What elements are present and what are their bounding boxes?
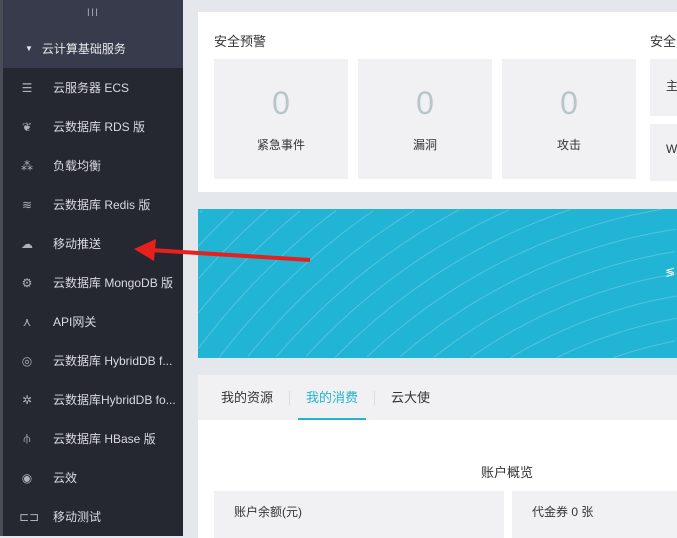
label: 紧急事件 bbox=[256, 138, 305, 152]
divider bbox=[374, 390, 376, 405]
sidebar-item[interactable]: ≋ 云数据库 Redis 版 bbox=[3, 185, 183, 224]
security-side-box-2[interactable]: W bbox=[650, 124, 677, 181]
banner-wave-line bbox=[556, 317, 677, 358]
promo-banner[interactable]: ≶ bbox=[198, 209, 677, 358]
security-side-box-1[interactable]: 主 bbox=[650, 59, 677, 116]
sidebar-item[interactable]: ⫛ 云数据库 HBase 版 bbox=[3, 419, 183, 458]
redis-icon: ≋ bbox=[21, 197, 33, 212]
tab-bar: 我的资源 我的消费 云大使 bbox=[198, 375, 677, 420]
sidebar: III ▼ 云计算基础服务 ☰ 云服务器 ECS ❦ 云数据库 RDS 版 ⁂ 负载均衡 ≋ 云… bbox=[0, 0, 183, 536]
sidebar-item-label: 移动推送 bbox=[53, 237, 102, 251]
yunxiao-icon: ◉ bbox=[21, 470, 33, 485]
banner-wave-line bbox=[334, 209, 571, 358]
sidebar-item[interactable]: ⚙ 云数据库 MongoDB 版 bbox=[3, 263, 183, 302]
coupon-count[interactable]: 代金券 0 张 bbox=[512, 491, 677, 538]
sidebar-item-label: 云数据库 MongoDB 版 bbox=[53, 276, 174, 290]
sidebar-item-label: 云数据库 HybridDB f... bbox=[53, 354, 173, 368]
server-icon: ☰ bbox=[21, 80, 33, 95]
label: 攻击 bbox=[556, 138, 581, 152]
hybriddb-network-icon: ✲ bbox=[21, 392, 33, 407]
count: 0 bbox=[272, 85, 290, 121]
banner-text: ≶ bbox=[664, 265, 675, 279]
sidebar-item-label: API网关 bbox=[53, 315, 97, 329]
urgent-events-box[interactable]: 0 紧急事件 bbox=[214, 59, 348, 179]
sidebar-item-label: 云数据库 Redis 版 bbox=[53, 198, 151, 212]
banner-wave-line bbox=[305, 209, 510, 357]
sidebar-item[interactable]: ☰ 云服务器 ECS bbox=[3, 68, 183, 107]
banner-wave-line bbox=[247, 209, 415, 357]
sidebar-item-label: 云服务器 ECS bbox=[53, 81, 130, 95]
banner-wave-line bbox=[198, 209, 337, 350]
attacks-box[interactable]: 0 攻击 bbox=[502, 59, 636, 179]
tab-my-resources[interactable]: 我的资源 bbox=[213, 375, 281, 420]
label: 漏洞 bbox=[412, 138, 437, 152]
banner-wave-line bbox=[198, 209, 269, 279]
sidebar-collapse-handle[interactable]: III bbox=[3, 0, 183, 28]
sidebar-item-label: 移动测试 bbox=[53, 510, 102, 524]
sidebar-item[interactable]: ❦ 云数据库 RDS 版 bbox=[3, 107, 183, 146]
banner-wave-line bbox=[199, 210, 203, 213]
security-alert-card: 安全预警 安全 0 紧急事件 0 漏洞 0 攻击 主 W bbox=[198, 12, 677, 192]
sidebar-group-cloud-basic[interactable]: ▼ 云计算基础服务 bbox=[3, 28, 183, 68]
sidebar-item-label: 云数据库HybridDB fo... bbox=[53, 393, 176, 407]
cloud-push-icon: ☁ bbox=[21, 236, 33, 251]
divider bbox=[289, 390, 291, 405]
mobile-test-icon: ⊏⊐ bbox=[19, 509, 40, 524]
sidebar-item[interactable]: ⋏ API网关 bbox=[3, 302, 183, 341]
group-label: 云计算基础服务 bbox=[41, 41, 126, 56]
sidebar-item[interactable]: ⁂ 负载均衡 bbox=[3, 146, 183, 185]
count: 0 bbox=[416, 85, 434, 121]
sidebar-item-label: 云数据库 HBase 版 bbox=[53, 432, 156, 446]
database-icon: ❦ bbox=[21, 119, 33, 134]
banner-wave-line bbox=[276, 209, 460, 358]
banner-wave-line bbox=[509, 295, 677, 358]
sidebar-item[interactable]: ◎ 云数据库 HybridDB f... bbox=[3, 341, 183, 380]
sidebar-item-label: 云数据库 RDS 版 bbox=[53, 120, 146, 134]
sidebar-item-label: 云效 bbox=[53, 471, 78, 485]
sidebar-item[interactable]: ◉ 云效 bbox=[3, 458, 183, 497]
account-balance: 账户余额(元) bbox=[214, 491, 504, 538]
tab-my-consumption[interactable]: 我的消费 bbox=[298, 375, 367, 420]
sidebar-item[interactable]: ⊏⊐ 移动测试 bbox=[3, 497, 183, 536]
banner-wave-line bbox=[612, 340, 676, 358]
sidebar-item[interactable]: ✲ 云数据库HybridDB fo... bbox=[3, 380, 183, 419]
sidebar-item-label: 负载均衡 bbox=[53, 159, 102, 173]
mongodb-icon: ⚙ bbox=[21, 275, 33, 290]
banner-wave-line bbox=[469, 273, 677, 358]
tab-cloud-ambassador[interactable]: 云大使 bbox=[383, 375, 438, 420]
sidebar-item[interactable]: ☁ 移动推送 bbox=[3, 224, 183, 263]
security-title-2: 安全 bbox=[650, 34, 677, 49]
resource-tabs-card: 我的资源 我的消费 云大使 账户概览 账户余额(元) 代金券 0 张 bbox=[198, 375, 677, 538]
security-title: 安全预警 bbox=[214, 34, 267, 49]
banner-wave-pattern bbox=[198, 209, 677, 358]
banner-wave-line bbox=[198, 210, 234, 247]
load-balancer-icon: ⁂ bbox=[21, 158, 33, 173]
count: 0 bbox=[560, 85, 578, 121]
vulnerabilities-box[interactable]: 0 漏洞 bbox=[358, 59, 492, 179]
api-gateway-icon: ⋏ bbox=[22, 314, 32, 329]
account-overview-title: 账户概览 bbox=[481, 465, 534, 480]
hbase-icon: ⫛ bbox=[23, 431, 31, 445]
hybriddb-icon: ◎ bbox=[21, 353, 33, 368]
caret-down-icon: ▼ bbox=[25, 43, 33, 53]
